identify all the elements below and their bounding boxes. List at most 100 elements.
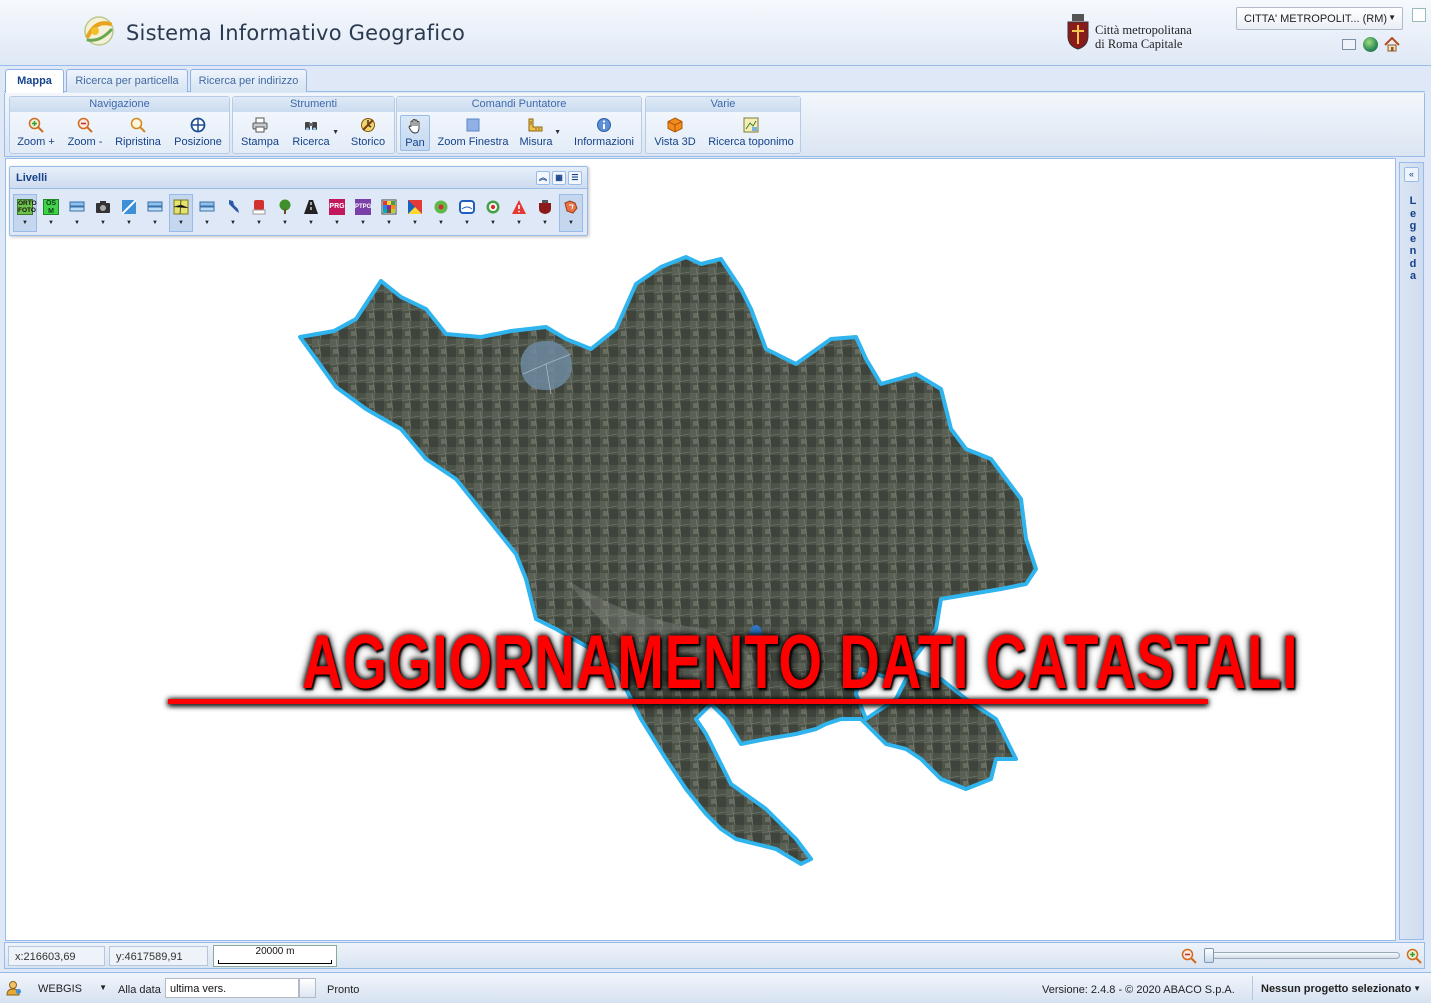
ricerca-toponimo-button[interactable]: Ricerca toponimo: [706, 115, 796, 151]
layer-vincoli-button[interactable]: ▼: [481, 194, 505, 232]
mail-icon[interactable]: [1342, 39, 1356, 50]
legend-panel-collapsed[interactable]: « Legenda: [1399, 162, 1424, 940]
ptpg-icon: PTPG: [355, 199, 371, 215]
layer-griglia-button[interactable]: ▼: [377, 194, 401, 232]
layer-catasto-b-button[interactable]: ▼: [143, 194, 167, 232]
banner-underline: [168, 699, 1208, 704]
layers-panel: Livelli ︽ ▦ ☰ ORTO FOTO ▼ OS M ▼ ▼ ▼ ▼ ▼…: [9, 166, 588, 236]
button-label: Informazioni: [574, 136, 634, 148]
territory-shape: [298, 255, 1038, 866]
scale-bar: 20000 m: [213, 945, 337, 967]
layer-ambiente-button[interactable]: ▼: [429, 194, 453, 232]
prg-icon: PRG: [329, 199, 345, 215]
map-canvas[interactable]: AGGIORNAMENTO DATI CATASTALI: [5, 158, 1396, 941]
layer-idrografia-button[interactable]: ▼: [455, 194, 479, 232]
layer-ptpg-button[interactable]: PTPG ▼: [351, 194, 375, 232]
expand-left-icon[interactable]: «: [1404, 167, 1419, 182]
app-title: Sistema Informativo Geografico: [126, 21, 466, 45]
history-icon: [361, 118, 375, 132]
zoom-in-icon[interactable]: [1406, 948, 1422, 964]
layer-sue-button[interactable]: ▼: [247, 194, 271, 232]
chevron-down-icon: ▼: [568, 220, 574, 226]
tab-ricerca-indirizzo[interactable]: Ricerca per indirizzo: [190, 69, 307, 92]
toolbar-group-comandi-puntatore: Comandi Puntatore Pan Zoom Finestra Misu…: [396, 96, 642, 154]
zoom-out-icon[interactable]: [1181, 948, 1197, 964]
territory-map: [298, 255, 1038, 866]
maximize-icon[interactable]: [1412, 8, 1426, 22]
user-icon[interactable]: [6, 980, 22, 996]
misura-button[interactable]: Misura ▼: [517, 115, 561, 151]
layer-ortofoto-button[interactable]: ORTO FOTO ▼: [13, 194, 37, 232]
layer-osm-button[interactable]: OS M ▼: [39, 194, 63, 232]
tab-mappa[interactable]: Mappa: [5, 69, 64, 93]
layer-strade-button[interactable]: ▼: [299, 194, 323, 232]
chevron-down-icon: ▼: [412, 220, 418, 226]
layer-catasto-a-button[interactable]: ▼: [65, 194, 89, 232]
group-title: Navigazione: [10, 97, 229, 112]
camera-icon: [96, 201, 110, 213]
tree-icon: [279, 199, 291, 214]
button-label: Storico: [350, 136, 386, 148]
collapse-icon[interactable]: ︽: [536, 171, 550, 185]
layer-zonizzazione-button[interactable]: ▼: [403, 194, 427, 232]
chevron-down-icon: ▼: [178, 220, 184, 226]
layer-prg-button[interactable]: PRG ▼: [325, 194, 349, 232]
chevron-down-icon: ▼: [100, 220, 106, 226]
binoculars-icon[interactable]: ▦: [552, 171, 566, 185]
layer-mappe-button[interactable]: ▼: [117, 194, 141, 232]
group-title: Comandi Puntatore: [397, 97, 641, 112]
date-field[interactable]: ultima vers.: [165, 978, 299, 998]
x-coordinate: x:216603,69: [8, 946, 105, 966]
toolbar-group-strumenti: Strumenti Stampa Ricerca ▼ Storico: [232, 96, 395, 154]
pan-button[interactable]: Pan: [400, 115, 430, 151]
list-icon[interactable]: ☰: [568, 171, 582, 185]
building-permit-icon: [252, 200, 266, 215]
zoom-out-button[interactable]: Zoom -: [63, 115, 107, 151]
project-menu-label: Nessun progetto selezionato: [1261, 983, 1412, 995]
layer-italia-button[interactable]: ▼: [221, 194, 245, 232]
layer-catasto-c-button[interactable]: ▼: [195, 194, 219, 232]
chevron-down-icon: ▼: [126, 220, 132, 226]
stampa-button[interactable]: Stampa: [238, 115, 282, 151]
warning-icon: [512, 200, 526, 214]
posizione-button[interactable]: Posizione: [170, 115, 226, 151]
project-menu-button[interactable]: Nessun progetto selezionato ▼: [1252, 976, 1425, 1000]
chevron-down-icon: ▼: [282, 220, 288, 226]
button-label: Zoom -: [67, 136, 103, 148]
ripristina-button[interactable]: Ripristina: [111, 115, 165, 151]
layer-verde-button[interactable]: ▼: [273, 194, 297, 232]
group-title: Strumenti: [233, 97, 394, 112]
vista-3d-button[interactable]: Vista 3D: [651, 115, 699, 151]
layer-limiti-button[interactable]: ▼: [559, 194, 583, 232]
webgis-menu-button[interactable]: WEBGIS ▼: [28, 976, 112, 1000]
layer-foto-button[interactable]: ▼: [91, 194, 115, 232]
ricerca-button[interactable]: Ricerca ▼: [289, 115, 339, 151]
storico-button[interactable]: Storico: [346, 115, 390, 151]
org-name: Città metropolitana di Roma Capitale: [1095, 23, 1192, 51]
globe-icon[interactable]: [1363, 37, 1378, 52]
y-coordinate: y:4617589,91: [109, 946, 208, 966]
info-icon: [597, 118, 611, 132]
zoom-slider-thumb[interactable]: [1204, 948, 1214, 963]
button-label: Zoom +: [17, 136, 55, 148]
layer-rischio-button[interactable]: ▼: [507, 194, 531, 232]
zoom-box-icon: [466, 118, 480, 132]
layer-catasto-button[interactable]: ▼: [169, 194, 193, 232]
main-tabs: Mappa Ricerca per particella Ricerca per…: [4, 67, 1425, 93]
ente-select[interactable]: CITTA' METROPOLIT... (RM) ▼: [1236, 7, 1403, 30]
informazioni-button[interactable]: Informazioni: [572, 115, 636, 151]
home-icon[interactable]: [1384, 37, 1400, 52]
chevron-down-icon: ▼: [1388, 13, 1396, 22]
zoom-slider-track[interactable]: [1204, 952, 1400, 959]
chevron-down-icon: ▼: [332, 129, 339, 136]
binoculars-icon: [305, 122, 317, 131]
target-icon: [486, 200, 500, 214]
zoom-finestra-button[interactable]: Zoom Finestra: [436, 115, 510, 151]
layer-comuni-button[interactable]: ▼: [533, 194, 557, 232]
calendar-icon[interactable]: [299, 978, 316, 998]
chevron-down-icon: ▼: [490, 220, 496, 226]
parcels-icon: [173, 199, 189, 215]
tab-ricerca-particella[interactable]: Ricerca per particella: [66, 69, 188, 92]
zoom-in-button[interactable]: Zoom +: [14, 115, 58, 151]
chevron-down-icon: ▼: [204, 220, 210, 226]
